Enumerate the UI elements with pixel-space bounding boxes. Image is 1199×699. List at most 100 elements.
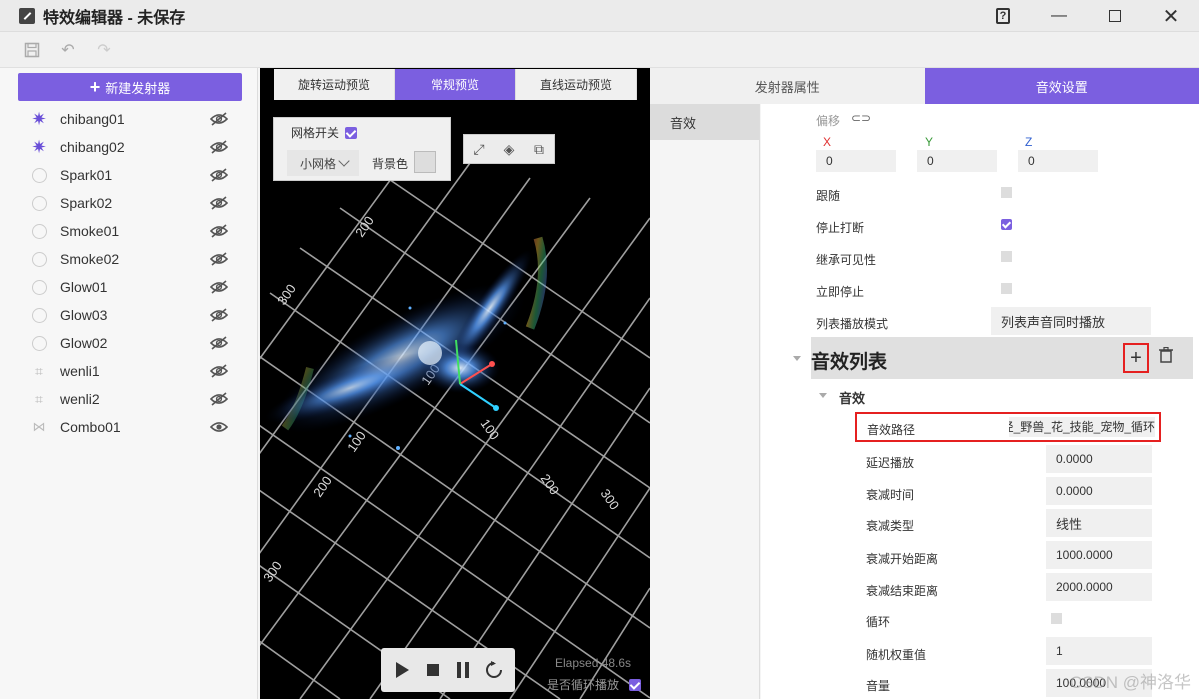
emitter-item[interactable]: Smoke01	[0, 217, 258, 245]
emitter-item[interactable]: Spark02	[0, 189, 258, 217]
trash-icon[interactable]	[1159, 347, 1173, 363]
inherit-visibility-checkbox[interactable]	[1001, 251, 1012, 262]
y-axis-label: Y	[925, 135, 934, 149]
stop-interrupt-checkbox[interactable]	[1001, 219, 1012, 230]
plus-icon: +	[1130, 346, 1142, 369]
eye-off-icon[interactable]	[210, 168, 228, 182]
emitter-name: Glow01	[60, 279, 108, 295]
stop-immediately-checkbox[interactable]	[1001, 283, 1012, 294]
camera-reset-icon: ◈	[503, 140, 515, 157]
emitter-name: Spark02	[60, 195, 113, 211]
emitter-item[interactable]: ✷ chibang01	[0, 105, 258, 133]
eye-off-icon[interactable]	[210, 224, 228, 238]
emitter-item[interactable]: Glow02	[0, 329, 258, 357]
toolbar: ↶ ↷	[0, 32, 1199, 68]
maximize-icon	[1109, 10, 1121, 22]
fade-type-label: 衰减类型	[866, 519, 915, 533]
playback-controls	[381, 648, 515, 692]
offset-y-input[interactable]: 0	[917, 150, 997, 172]
play-button[interactable]	[392, 660, 412, 680]
pause-button[interactable]	[453, 660, 473, 680]
random-weight-label: 随机权重值	[866, 648, 927, 662]
tab-rotation-preview[interactable]: 旋转运动预览	[274, 69, 395, 100]
tab-emitter-properties[interactable]: 发射器属性	[650, 68, 925, 104]
circle-icon	[32, 307, 47, 323]
eye-off-icon[interactable]	[210, 140, 228, 154]
emitter-name: Smoke01	[60, 223, 120, 239]
undo-button[interactable]: ↶	[58, 40, 78, 60]
emitter-item[interactable]: ⋈ Combo01	[0, 413, 258, 441]
circle-icon	[32, 335, 47, 351]
eye-off-icon[interactable]	[210, 392, 228, 406]
fade-time-input[interactable]: 0.0000	[1046, 477, 1152, 505]
emitter-name: wenli1	[60, 363, 100, 379]
loop-checkbox[interactable]	[629, 678, 642, 691]
fade-type-select[interactable]: 线性	[1046, 509, 1152, 537]
emitter-item[interactable]: Smoke02	[0, 245, 258, 273]
emitter-item[interactable]: Glow03	[0, 301, 258, 329]
redo-button[interactable]: ↷	[94, 40, 114, 60]
fade-time-label: 衰减时间	[866, 488, 915, 502]
emitter-item[interactable]: ⌗ wenli2	[0, 385, 258, 413]
tab-sound-settings[interactable]: 音效设置	[924, 68, 1199, 104]
eye-off-icon[interactable]	[210, 308, 228, 322]
sound-list-title: 音效列表	[811, 352, 888, 373]
fade-start-input[interactable]: 1000.0000	[1046, 541, 1152, 569]
offset-x-input[interactable]: 0	[816, 150, 896, 172]
delay-input[interactable]: 0.0000	[1046, 445, 1152, 473]
list-mode-select[interactable]: 列表声音同时播放	[991, 307, 1151, 335]
sound-group-title: 音效	[839, 391, 866, 406]
view-tools: ⤢ ◈ ⧉	[463, 134, 555, 164]
tab-linear-preview[interactable]: 直线运动预览	[516, 69, 637, 100]
emitter-item[interactable]: ⌗ wenli1	[0, 357, 258, 385]
frame-selection-button[interactable]: ⧉	[531, 141, 547, 157]
preview-viewport[interactable]: 300 200 100 100 200 300 100 200 300	[260, 68, 650, 699]
stop-button[interactable]	[423, 660, 443, 680]
restart-button[interactable]	[484, 660, 504, 680]
tab-normal-preview[interactable]: 常规预览	[395, 69, 516, 100]
close-icon: ✕	[1162, 5, 1180, 28]
fit-view-button[interactable]: ⤢	[471, 141, 487, 157]
play-icon	[396, 662, 410, 678]
fade-end-input[interactable]: 2000.0000	[1046, 573, 1152, 601]
eye-off-icon[interactable]	[210, 336, 228, 350]
sound-properties: 偏移 ⊂⊃ X Y Z 0 0 0 跟随 停止打断 继承可见性 立即停止 列表播…	[761, 104, 1199, 699]
close-button[interactable]: ✕	[1143, 0, 1199, 32]
new-emitter-button[interactable]: + 新建发射器	[18, 73, 242, 101]
offset-label: 偏移	[816, 114, 841, 128]
eye-off-icon[interactable]	[210, 252, 228, 266]
side-nav-item-sound[interactable]: 音效	[650, 104, 759, 140]
grid-size-select[interactable]: 小网格	[287, 150, 359, 176]
help-button[interactable]: ?	[975, 0, 1031, 32]
eye-off-icon[interactable]	[210, 280, 228, 294]
grid-icon: ⌗	[35, 390, 43, 407]
eye-off-icon[interactable]	[210, 364, 228, 378]
emitter-item[interactable]: Spark01	[0, 161, 258, 189]
grid-toggle-label: 网格开关	[291, 126, 340, 140]
collapse-icon[interactable]	[793, 356, 801, 361]
eye-off-icon[interactable]	[210, 112, 228, 126]
undo-icon: ↶	[61, 41, 75, 59]
list-mode-label: 列表播放模式	[816, 317, 889, 331]
sound-path-input[interactable]: 径_野兽_花_技能_宠物_循环_	[1009, 417, 1155, 437]
minimize-button[interactable]: —	[1031, 0, 1087, 32]
add-sound-button[interactable]: +	[1123, 343, 1149, 373]
random-weight-input[interactable]: 1	[1046, 637, 1152, 665]
eye-icon[interactable]	[210, 421, 228, 433]
loop-checkbox[interactable]	[1051, 613, 1062, 624]
follow-checkbox[interactable]	[1001, 187, 1012, 198]
circle-icon	[32, 223, 47, 239]
bg-color-label: 背景色	[372, 157, 409, 171]
save-icon	[24, 42, 40, 57]
save-button[interactable]	[22, 40, 42, 60]
grid-toggle-checkbox[interactable]	[345, 126, 358, 139]
collapse-icon[interactable]	[819, 393, 827, 398]
reset-camera-button[interactable]: ◈	[501, 141, 517, 157]
link-icon[interactable]: ⊂⊃	[851, 111, 871, 125]
bg-color-swatch[interactable]	[414, 151, 436, 173]
emitter-item[interactable]: ✷ chibang02	[0, 133, 258, 161]
offset-z-input[interactable]: 0	[1018, 150, 1098, 172]
emitter-item[interactable]: Glow01	[0, 273, 258, 301]
eye-off-icon[interactable]	[210, 196, 228, 210]
maximize-button[interactable]	[1087, 0, 1143, 32]
